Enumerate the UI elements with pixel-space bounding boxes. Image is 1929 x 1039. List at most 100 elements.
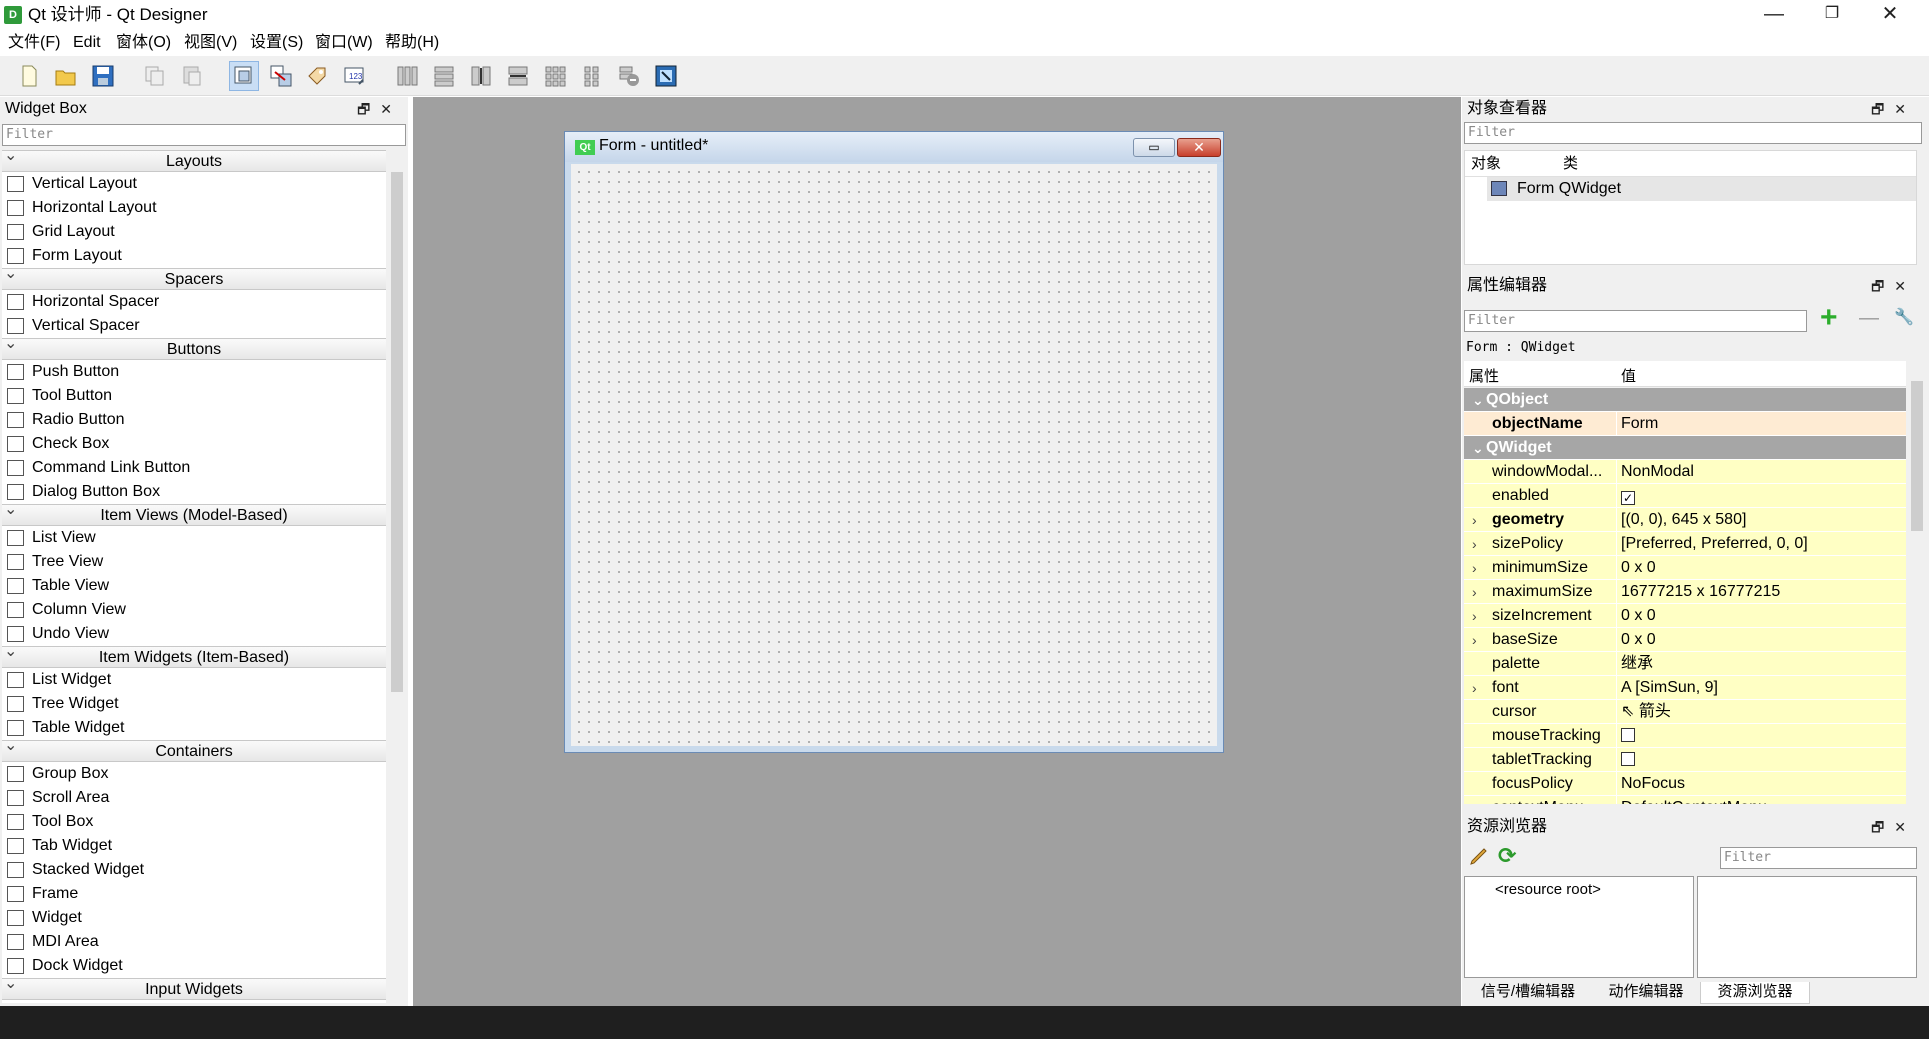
property-group-row[interactable]: ⌄ QWidget — [1464, 436, 1906, 460]
edit-buddies-icon[interactable] — [303, 61, 333, 91]
widget-item[interactable]: Command Link Button — [2, 456, 386, 480]
expand-arrow-icon[interactable]: › — [1472, 604, 1477, 628]
widget-item[interactable]: Vertical Spacer — [2, 314, 386, 338]
edit-resources-icon[interactable] — [1468, 845, 1490, 867]
property-group-row[interactable]: ⌄ QObject — [1464, 388, 1906, 412]
edit-tab-order-icon[interactable]: 123 — [340, 61, 370, 91]
widget-item[interactable]: Table Widget — [2, 716, 386, 740]
category-header[interactable]: Buttons — [2, 333, 386, 360]
property-row[interactable]: windowModal... NonModal — [1464, 460, 1906, 484]
property-value[interactable]: ✓ — [1617, 484, 1906, 507]
column-property[interactable]: 属性 — [1469, 365, 1499, 386]
minimize-button[interactable]: — — [1745, 0, 1803, 30]
copy-icon[interactable] — [140, 61, 170, 91]
checkbox[interactable] — [1621, 752, 1635, 766]
maximize-button[interactable]: ❐ — [1803, 0, 1861, 30]
widget-box-scrollbar[interactable] — [388, 150, 406, 1003]
property-value[interactable]: 0 x 0 — [1617, 628, 1906, 651]
expand-arrow-icon[interactable]: › — [1472, 628, 1477, 652]
open-folder-icon[interactable] — [51, 61, 81, 91]
menu-window[interactable]: 窗口(W) — [315, 33, 373, 53]
property-row[interactable]: focusPolicy NoFocus — [1464, 772, 1906, 796]
property-row[interactable]: objectName Form — [1464, 412, 1906, 436]
property-row[interactable]: mouseTracking — [1464, 724, 1906, 748]
form-minimize-button[interactable]: ▭ — [1133, 138, 1175, 157]
checkbox[interactable]: ✓ — [1621, 491, 1635, 505]
form-window[interactable]: Qt Form - untitled* ▭ ✕ — [564, 131, 1224, 753]
widget-item[interactable]: Tree View — [2, 550, 386, 574]
menu-settings[interactable]: 设置(S) — [250, 33, 303, 53]
expand-arrow-icon[interactable]: › — [1472, 556, 1477, 580]
category-header[interactable]: Item Views (Model-Based) — [2, 499, 386, 526]
lay-out-vertically-icon[interactable] — [429, 61, 459, 91]
category-header[interactable]: Containers — [2, 735, 386, 762]
edit-widgets-icon[interactable] — [229, 61, 259, 91]
save-icon[interactable] — [88, 61, 118, 91]
property-row[interactable]: contextMenu...DefaultContextMenu — [1464, 796, 1906, 804]
property-value[interactable]: NonModal — [1617, 460, 1906, 483]
widget-item[interactable]: Grid Layout — [2, 220, 386, 244]
widget-item[interactable]: Dialog Button Box — [2, 480, 386, 504]
expand-arrow-icon[interactable]: › — [1472, 676, 1477, 700]
widget-item[interactable]: Group Box — [2, 762, 386, 786]
property-row[interactable]: sizeIncrement › 0 x 0 — [1464, 604, 1906, 628]
close-button[interactable]: ✕ — [1861, 0, 1919, 30]
expand-arrow-icon[interactable]: › — [1472, 580, 1477, 604]
widget-item[interactable]: Tool Button — [2, 384, 386, 408]
form-title-bar[interactable]: Qt Form - untitled* ▭ ✕ — [565, 132, 1223, 162]
property-scrollbar[interactable] — [1909, 361, 1925, 804]
widget-item[interactable]: Push Button — [2, 360, 386, 384]
column-object[interactable]: 对象 — [1471, 151, 1501, 177]
configure-icon[interactable]: 🔧 — [1894, 307, 1914, 327]
scrollbar-thumb[interactable] — [391, 172, 403, 692]
widget-item[interactable]: Scroll Area — [2, 786, 386, 810]
widget-item[interactable]: Stacked Widget — [2, 858, 386, 882]
property-value[interactable]: [Preferred, Preferred, 0, 0] — [1617, 532, 1906, 555]
break-layout-icon[interactable] — [614, 61, 644, 91]
new-file-icon[interactable] — [14, 61, 44, 91]
widget-item[interactable]: Undo View — [2, 622, 386, 646]
dock-float-close-icons[interactable]: 🗗✕ — [1871, 815, 1916, 839]
widget-item[interactable]: Horizontal Layout — [2, 196, 386, 220]
menu-form[interactable]: 窗体(O) — [116, 33, 171, 53]
column-class[interactable]: 类 — [1563, 151, 1578, 177]
property-row[interactable]: minimumSize › 0 x 0 — [1464, 556, 1906, 580]
widget-item[interactable]: Dock Widget — [2, 954, 386, 978]
property-row[interactable]: sizePolicy › [Preferred, Preferred, 0, 0] — [1464, 532, 1906, 556]
property-value[interactable]: A [SimSun, 9] — [1617, 676, 1906, 699]
widget-item[interactable]: List View — [2, 526, 386, 550]
form-design-canvas[interactable] — [571, 164, 1217, 746]
vertical-splitter-icon[interactable] — [503, 61, 533, 91]
menu-file[interactable]: 文件(F) — [8, 33, 60, 53]
checkbox[interactable] — [1621, 728, 1635, 742]
property-value[interactable]: NoFocus — [1617, 772, 1906, 795]
category-header[interactable]: Input Widgets — [2, 973, 386, 1000]
resource-filter-input[interactable]: Filter — [1720, 847, 1917, 869]
widget-item[interactable]: Radio Button — [2, 408, 386, 432]
edit-signals-icon[interactable] — [266, 61, 296, 91]
dock-float-close-icons[interactable]: 🗗✕ — [1871, 274, 1916, 298]
widget-item[interactable]: Column View — [2, 598, 386, 622]
widget-item[interactable]: Check Box — [2, 432, 386, 456]
form-layout-icon[interactable] — [577, 61, 607, 91]
widget-item[interactable]: Table View — [2, 574, 386, 598]
property-value[interactable]: 继承 — [1617, 652, 1906, 675]
property-value[interactable]: 16777215 x 16777215 — [1617, 580, 1906, 603]
expand-arrow-icon[interactable]: › — [1472, 532, 1477, 556]
property-value[interactable]: Form — [1617, 412, 1906, 435]
resource-root-item[interactable]: <resource root> — [1465, 877, 1693, 898]
menu-help[interactable]: 帮助(H) — [385, 33, 439, 53]
widget-box-filter-input[interactable]: Filter — [2, 124, 406, 146]
widget-item[interactable]: Vertical Layout — [2, 172, 386, 196]
tab-action-editor[interactable]: 动作编辑器 — [1592, 982, 1700, 1004]
form-close-button[interactable]: ✕ — [1177, 138, 1221, 157]
property-row[interactable]: palette 继承 — [1464, 652, 1906, 676]
widget-item[interactable]: Widget — [2, 906, 386, 930]
dock-float-close-icons[interactable]: 🗗✕ — [357, 97, 402, 121]
menu-edit[interactable]: Edit — [73, 33, 101, 53]
column-value[interactable]: 值 — [1621, 365, 1636, 386]
add-property-icon[interactable]: + — [1820, 303, 1838, 333]
property-value[interactable]: 0 x 0 — [1617, 604, 1906, 627]
property-row[interactable]: tabletTracking — [1464, 748, 1906, 772]
widget-item[interactable]: Tab Widget — [2, 834, 386, 858]
